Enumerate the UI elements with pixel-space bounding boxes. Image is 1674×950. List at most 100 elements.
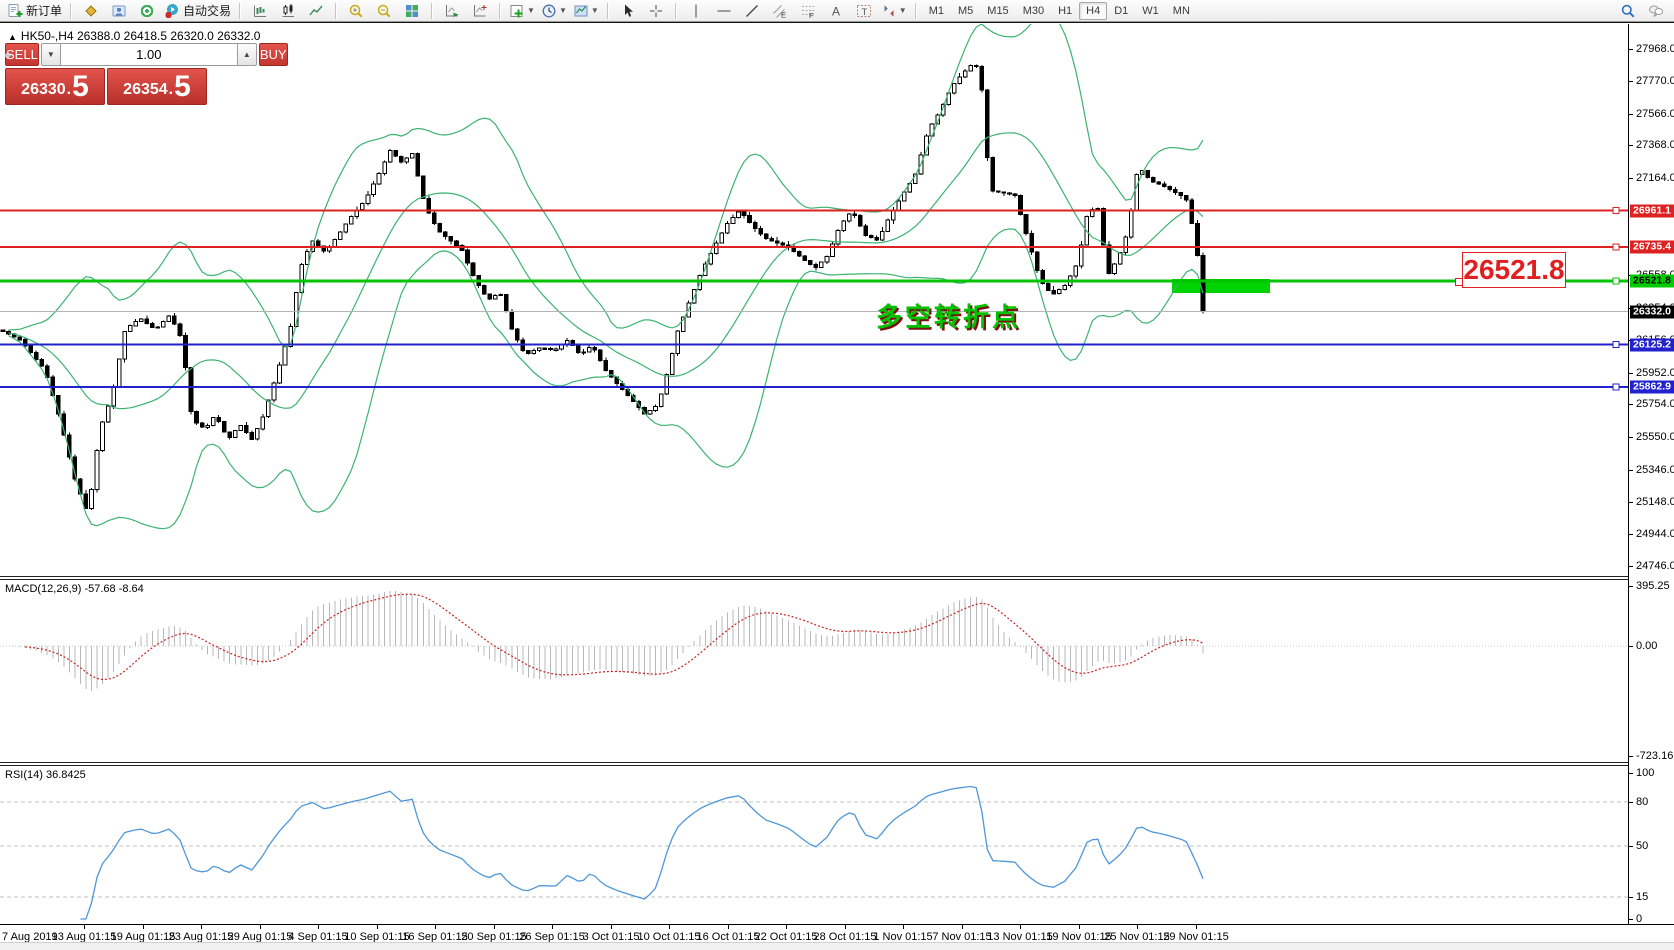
- axis-tick: [1629, 404, 1633, 405]
- horizontal-line-button[interactable]: [710, 0, 738, 22]
- time-tick: [201, 925, 202, 929]
- text-button[interactable]: A: [822, 0, 850, 22]
- zoomin-glyph: [349, 4, 363, 17]
- rsi-canvas: [0, 785, 1628, 920]
- toolbar: 新订单 自动交易 ▼ ▼ ▼ E F A T ▼ M1 M5 M15 M30 H1 H4 D1 W1 MN: [0, 0, 1674, 22]
- collapse-trade-panel-button[interactable]: ▲: [8, 32, 17, 42]
- panel-separator[interactable]: [0, 576, 1674, 580]
- zoom-in-button[interactable]: [342, 0, 370, 22]
- toolbar-separator: [606, 2, 609, 19]
- fibonacci-button[interactable]: F: [794, 0, 822, 22]
- vertical-line-button[interactable]: [682, 0, 710, 22]
- cursor-button[interactable]: [614, 0, 642, 22]
- rsi-indicator-panel[interactable]: RSI(14) 36.8425: [0, 766, 1628, 924]
- time-tick: [377, 925, 378, 929]
- rsi-scale-label: 0: [1636, 913, 1643, 925]
- zoom-out-button[interactable]: [370, 0, 398, 22]
- axis-tick: [1629, 81, 1633, 82]
- crosshair-button[interactable]: [642, 0, 670, 22]
- chart-text-annotation[interactable]: 多空转折点: [876, 297, 1021, 334]
- timeframe-mn-button[interactable]: MN: [1166, 2, 1197, 20]
- axis-tick: [1629, 145, 1633, 146]
- axis-tick: [1629, 756, 1633, 757]
- toolbar-separator: [674, 2, 677, 19]
- macd-indicator-panel[interactable]: MACD(12,26,9) -57.68 -8.64: [0, 580, 1628, 762]
- timeframe-d1-button[interactable]: D1: [1107, 2, 1135, 20]
- time-tick: [143, 925, 144, 929]
- price-tick-label: 25754.0: [1636, 398, 1674, 410]
- price-axis[interactable]: 27968.027770.027566.027368.027164.026558…: [1628, 24, 1674, 925]
- signal-radar-icon[interactable]: [133, 0, 161, 22]
- chart-window: ▲ HK50-,H4 26388.0 26418.5 26320.0 26332.…: [0, 22, 1674, 950]
- price-line-badge: 26125.2: [1630, 338, 1674, 352]
- volume-increase-button[interactable]: ▲: [236, 43, 257, 66]
- chartshift-glyph: [474, 4, 487, 16]
- chart-shift-button[interactable]: [466, 0, 494, 22]
- buy-price-button[interactable]: 26354. 5: [107, 68, 207, 105]
- time-tick: [1196, 925, 1197, 929]
- trendline-button[interactable]: [738, 0, 766, 22]
- bar-chart-button[interactable]: [246, 0, 274, 22]
- arrows-button[interactable]: ▼: [878, 0, 910, 22]
- rsi-scale-label: 80: [1636, 796, 1649, 808]
- axis-tick: [1629, 178, 1633, 179]
- rsi-scale-label: 50: [1636, 840, 1649, 852]
- price-callout-label[interactable]: 26521.8: [1462, 252, 1566, 288]
- text-label-button[interactable]: T: [850, 0, 878, 22]
- timeframe-m15-button[interactable]: M15: [980, 2, 1015, 20]
- volume-decrease-button[interactable]: ▼: [40, 43, 61, 66]
- volume-stepper: ▼ ▲: [40, 43, 257, 66]
- svg-text:A: A: [832, 4, 840, 18]
- fibo-glyph: F: [801, 5, 814, 19]
- chartplay-glyph: [446, 4, 459, 17]
- toolbar-separator: [70, 2, 73, 19]
- timeframe-m30-button[interactable]: M30: [1016, 2, 1051, 20]
- toolbar-separator: [499, 2, 502, 19]
- timeframe-m1-button[interactable]: M1: [922, 2, 951, 20]
- crosshair-glyph: [649, 4, 662, 17]
- sell-price-button[interactable]: 26330. 5: [5, 68, 105, 105]
- panel-separator[interactable]: [0, 762, 1674, 766]
- time-tick: [1020, 925, 1021, 929]
- timeframe-h1-button[interactable]: H1: [1051, 2, 1079, 20]
- axis-tick: [1629, 586, 1633, 587]
- volume-input[interactable]: [60, 43, 237, 66]
- channel-glyph: E: [772, 4, 786, 19]
- timeframe-h4-button[interactable]: H4: [1079, 1, 1108, 20]
- timeframe-m5-button[interactable]: M5: [951, 2, 980, 20]
- new-order-button[interactable]: 新订单: [4, 0, 65, 22]
- price-tick-label: 25346.0: [1636, 464, 1674, 476]
- autotrading-button[interactable]: 自动交易: [161, 0, 234, 22]
- main-chart-area[interactable]: ▲ HK50-,H4 26388.0 26418.5 26320.0 26332.…: [0, 24, 1628, 576]
- axis-tick: [1629, 373, 1633, 374]
- time-tick: [845, 925, 846, 929]
- buy-button[interactable]: BUY: [258, 43, 288, 66]
- trend-glyph: [745, 4, 758, 17]
- price-tick-label: 27968.0: [1636, 43, 1674, 55]
- one-click-trading-panel: SELL ▼ ▲ BUY 26330.5 26354.5: [3, 43, 288, 105]
- periodicity-button[interactable]: ▼: [538, 0, 570, 22]
- profile-window-icon[interactable]: [105, 0, 133, 22]
- candlestick-chart-button[interactable]: [274, 0, 302, 22]
- time-tick: [318, 925, 319, 929]
- macd-scale-label: -723.16: [1636, 750, 1674, 762]
- search-button[interactable]: [1614, 0, 1642, 22]
- new-chart-button[interactable]: ▼: [506, 0, 538, 22]
- main-chart-canvas: [0, 24, 1628, 530]
- sell-button[interactable]: SELL: [3, 43, 39, 66]
- svg-text:F: F: [809, 11, 814, 19]
- templates-button[interactable]: ▼: [570, 0, 602, 22]
- price-tick-label: 24944.0: [1636, 528, 1674, 540]
- timeframe-w1-button[interactable]: W1: [1135, 2, 1166, 20]
- gold-diamond-icon[interactable]: [77, 0, 105, 22]
- axis-tick: [1629, 897, 1633, 898]
- time-tick: [552, 925, 553, 929]
- chat-button[interactable]: [1642, 0, 1670, 22]
- line-chart-button[interactable]: [302, 0, 330, 22]
- auto-scroll-button[interactable]: [438, 0, 466, 22]
- equidistant-channel-button[interactable]: E: [766, 0, 794, 22]
- tile-windows-button[interactable]: [398, 0, 426, 22]
- callout-anchor-square: [1455, 278, 1463, 286]
- time-tick: [435, 925, 436, 929]
- time-tick: [903, 925, 904, 929]
